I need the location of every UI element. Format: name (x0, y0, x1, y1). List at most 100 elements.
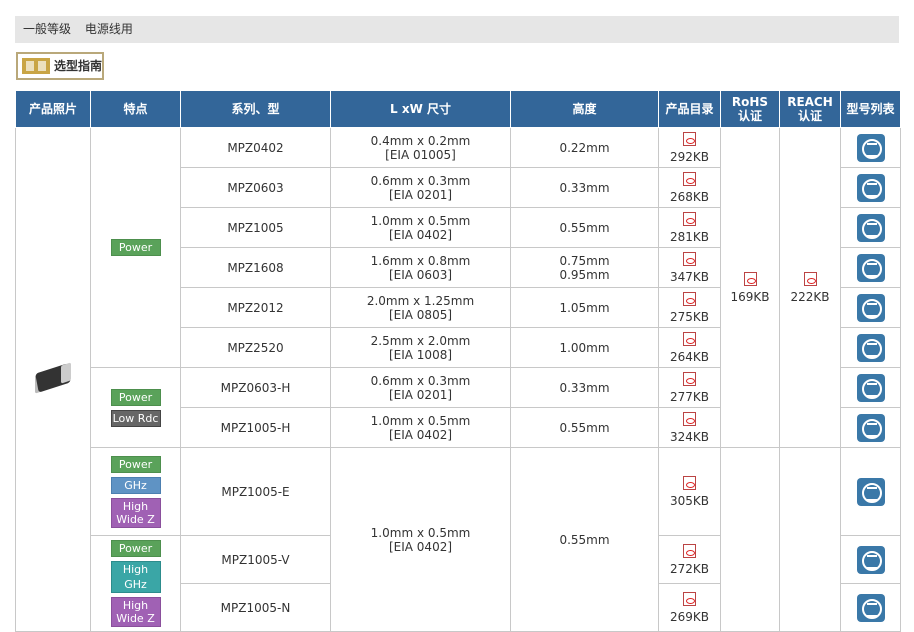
header-height: 高度 (510, 90, 659, 128)
part-list-icon[interactable] (856, 593, 885, 622)
part-list-icon[interactable] (856, 545, 885, 574)
catalog-cell[interactable]: 277KB (658, 367, 721, 408)
guide-icon (22, 58, 50, 74)
series-cell: MPZ2520 (180, 327, 331, 368)
rohs-cell-empty (720, 447, 780, 632)
header-size: L xW 尺寸 (330, 90, 511, 128)
pdf-icon (743, 271, 757, 286)
features-cell: Power GHz High Wide Z (90, 447, 181, 536)
part-list-cell[interactable] (840, 583, 901, 632)
part-list-icon[interactable] (856, 413, 885, 442)
header-series: 系列、型 (180, 90, 331, 128)
catalog-cell[interactable]: 275KB (658, 287, 721, 328)
part-list-icon[interactable] (856, 477, 885, 506)
badge-power: Power (110, 540, 161, 557)
header-photo: 产品照片 (15, 90, 91, 128)
size-cell: 2.0mm x 1.25mm [EIA 0805] (330, 287, 511, 328)
part-list-cell[interactable] (840, 327, 901, 368)
height-cell: 1.00mm (510, 327, 659, 368)
part-list-cell[interactable] (840, 207, 901, 248)
pdf-icon (683, 591, 696, 606)
height-cell: 0.22mm (510, 127, 659, 168)
table-row: Power GHz High Wide Z MPZ1005-E 1.0mm x 0… (16, 447, 901, 632)
pdf-icon (683, 475, 696, 490)
selection-guide-button[interactable]: 选型指南 (16, 52, 104, 80)
catalog-cell[interactable]: 268KB (658, 167, 721, 208)
features-cell: Power (90, 127, 181, 368)
part-list-cell[interactable] (840, 287, 901, 328)
part-list-cell[interactable] (840, 407, 901, 448)
part-list-cell[interactable] (840, 367, 901, 408)
size-cell: 1.0mm x 0.5mm [EIA 0402] (330, 207, 511, 248)
table-header-row: 产品照片 特点 系列、型 L xW 尺寸 高度 产品目录 RoHS 认证 REA… (15, 90, 901, 128)
height-cell: 0.33mm (510, 167, 659, 208)
series-cell: MPZ0603 (180, 167, 331, 208)
series-cell: MPZ1005-H (180, 407, 331, 448)
height-cell: 1.05mm (510, 287, 659, 328)
catalog-cell[interactable]: 272KB (658, 535, 721, 584)
part-list-cell[interactable] (840, 167, 901, 208)
pdf-icon (683, 131, 696, 146)
features-cell: Power Low Rdc (90, 367, 181, 448)
badge-power: Power (110, 239, 161, 256)
catalog-cell[interactable]: 281KB (658, 207, 721, 248)
part-list-icon[interactable] (856, 213, 885, 242)
series-cell: MPZ1005 (180, 207, 331, 248)
chip-image (33, 362, 73, 394)
series-cell: MPZ1005-V (180, 535, 331, 584)
size-cell: 0.4mm x 0.2mm [EIA 01005] (330, 127, 511, 168)
table-row: Power MPZ0402 0.4mm x 0.2mm [EIA 01005] 0… (15, 127, 901, 632)
part-list-icon[interactable] (856, 173, 885, 202)
size-cell: 0.6mm x 0.3mm [EIA 0201] (330, 167, 511, 208)
height-cell: 0.75mm 0.95mm (510, 247, 659, 288)
size-cell: 1.6mm x 0.8mm [EIA 0603] (330, 247, 511, 288)
part-list-cell[interactable] (840, 535, 901, 584)
badge-ghz: GHz (110, 476, 161, 494)
features-cell: Power High GHz High Wide Z (90, 535, 181, 632)
product-table: 产品照片 特点 系列、型 L xW 尺寸 高度 产品目录 RoHS 认证 REA… (15, 90, 901, 632)
badge-power: Power (110, 455, 161, 473)
badge-low-rdc: Low Rdc (110, 409, 161, 427)
height-cell: 0.55mm (510, 207, 659, 248)
series-cell: MPZ0402 (180, 127, 331, 168)
catalog-cell[interactable]: 292KB (658, 127, 721, 168)
part-list-icon[interactable] (856, 253, 885, 282)
part-list-icon[interactable] (856, 373, 885, 402)
selection-guide-label: 选型指南 (54, 59, 103, 73)
part-list-icon[interactable] (856, 293, 885, 322)
catalog-cell[interactable]: 347KB (658, 247, 721, 288)
part-list-icon[interactable] (856, 133, 885, 162)
pdf-icon (683, 211, 696, 226)
breadcrumb: 一般等级 电源线用 (15, 16, 899, 43)
header-rohs: RoHS 认证 (720, 90, 780, 128)
reach-cell[interactable]: 222KB (779, 127, 841, 448)
pdf-icon (683, 251, 696, 266)
series-cell: MPZ1608 (180, 247, 331, 288)
breadcrumb-primary: 一般等级 (23, 22, 72, 36)
catalog-cell[interactable]: 324KB (658, 407, 721, 448)
part-list-cell[interactable] (840, 247, 901, 288)
series-cell: MPZ0603-H (180, 367, 331, 408)
pdf-icon (683, 291, 696, 306)
size-cell: 1.0mm x 0.5mm [EIA 0402] (330, 447, 511, 632)
part-list-cell[interactable] (840, 447, 901, 536)
pdf-icon (683, 331, 696, 346)
series-cell: MPZ1005-E (180, 447, 331, 536)
header-catalog: 产品目录 (658, 90, 721, 128)
size-cell: 1.0mm x 0.5mm [EIA 0402] (330, 407, 511, 448)
header-features: 特点 (90, 90, 181, 128)
product-photo-cell (15, 127, 91, 632)
rohs-cell[interactable]: 169KB (720, 127, 780, 448)
badge-power: Power (110, 388, 161, 406)
part-list-cell[interactable] (840, 127, 901, 168)
catalog-cell[interactable]: 269KB (658, 583, 721, 632)
header-part-list: 型号列表 (840, 90, 901, 128)
pdf-icon (683, 171, 696, 186)
catalog-cell[interactable]: 305KB (658, 447, 721, 536)
badge-high-wide-z: High Wide Z (110, 497, 161, 528)
height-cell: 0.33mm (510, 367, 659, 408)
reach-cell-empty (779, 447, 841, 632)
size-cell: 0.6mm x 0.3mm [EIA 0201] (330, 367, 511, 408)
part-list-icon[interactable] (856, 333, 885, 362)
catalog-cell[interactable]: 264KB (658, 327, 721, 368)
